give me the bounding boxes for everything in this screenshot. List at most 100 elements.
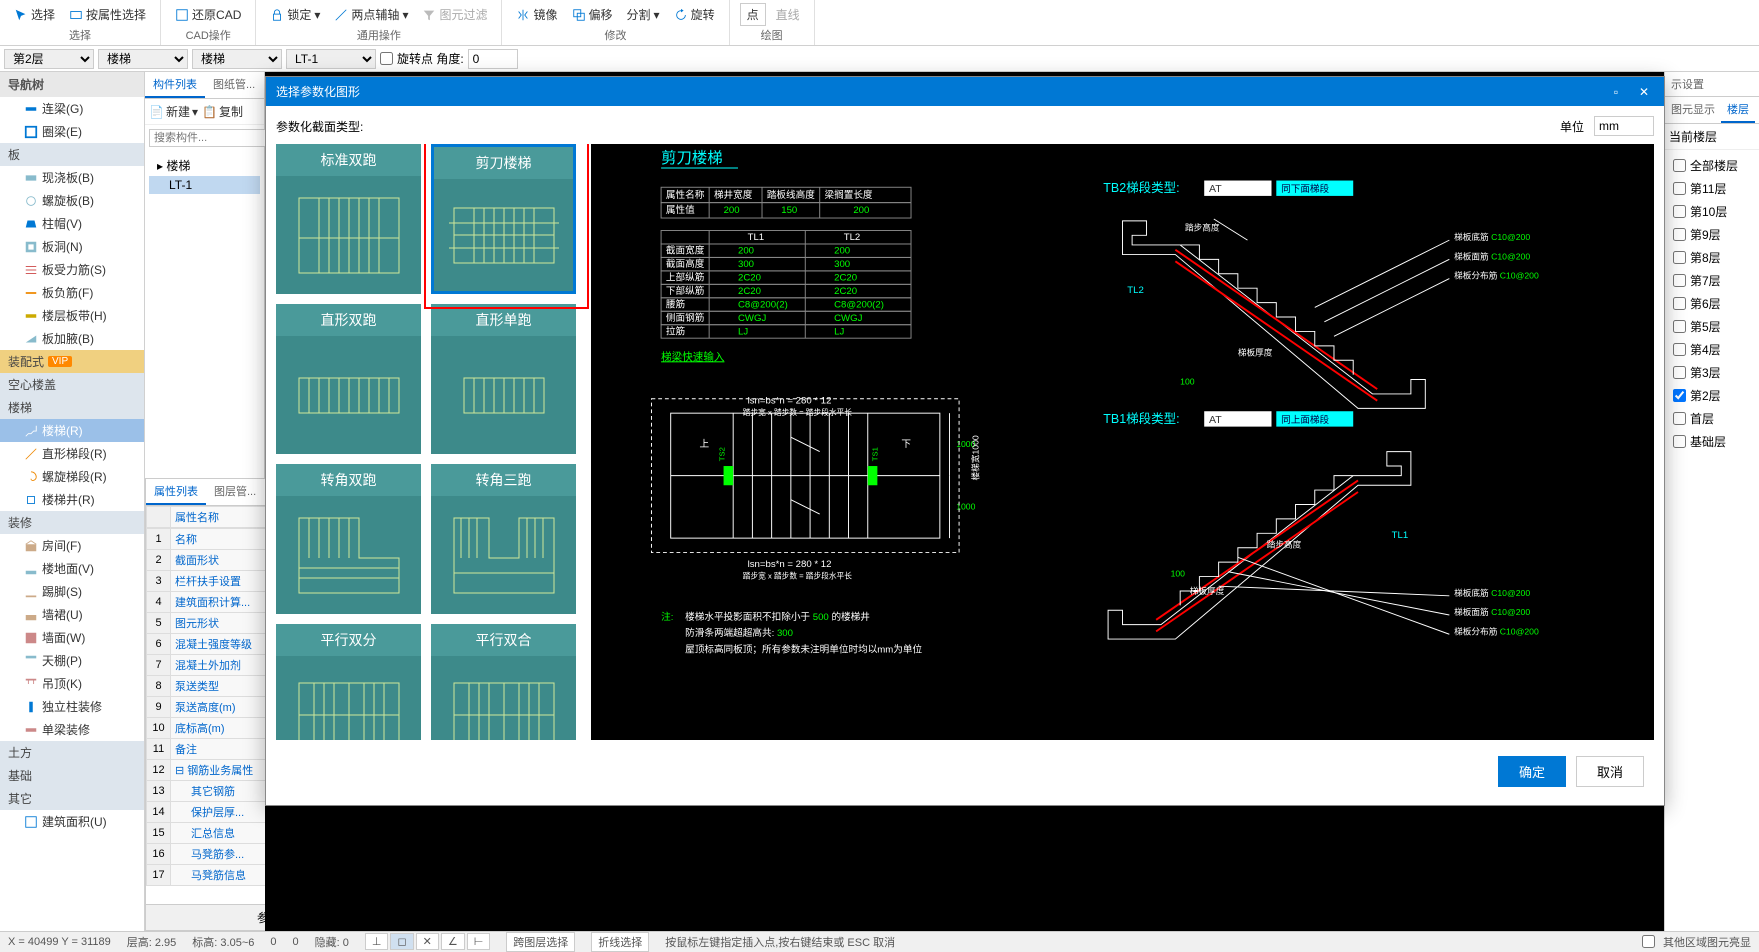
mirror-button[interactable]: 镜像 xyxy=(512,4,561,25)
rotate-angle-input[interactable] xyxy=(468,49,518,69)
tree-item-banjiaxie[interactable]: 板加腋(B) xyxy=(0,327,144,350)
tree-header-tufang[interactable]: 土方 xyxy=(0,741,144,764)
select-by-attr-button[interactable]: 按属性选择 xyxy=(65,4,150,25)
floor-item[interactable]: 首层 xyxy=(1669,407,1755,430)
prop-tab-layer[interactable]: 图层管... xyxy=(206,479,264,505)
tree-header-zx[interactable]: 装修 xyxy=(0,511,144,534)
tree-item-qiangmian[interactable]: 墙面(W) xyxy=(0,626,144,649)
tree-item-fangjian[interactable]: 房间(F) xyxy=(0,534,144,557)
tree-item-xianban[interactable]: 现浇板(B) xyxy=(0,166,144,189)
unit-input[interactable] xyxy=(1594,116,1654,136)
generic-group-label: 通用操作 xyxy=(266,27,491,43)
floor-item[interactable]: 第10层 xyxy=(1669,200,1755,223)
comp-copy-button[interactable]: 📋 复制 xyxy=(202,103,243,120)
status-snap-btn-2[interactable]: ◻ xyxy=(390,933,413,950)
template-card-3[interactable]: 直形单跑 xyxy=(431,304,576,454)
tree-item-danliang[interactable]: 单梁装修 xyxy=(0,718,144,741)
floor-item[interactable]: 第5层 xyxy=(1669,315,1755,338)
tree-item-dulizhu[interactable]: 独立柱装修 xyxy=(0,695,144,718)
dialog-close-button[interactable]: ✕ xyxy=(1634,84,1654,100)
tree-item-tianpeng[interactable]: 天棚(P) xyxy=(0,649,144,672)
comp-tree-root[interactable]: ▸ 楼梯 xyxy=(149,155,260,176)
tree-header-qita[interactable]: 其它 xyxy=(0,787,144,810)
tree-item-luoxuan[interactable]: 螺旋梯段(R) xyxy=(0,465,144,488)
tree-item-ltjing[interactable]: 楼梯井(R) xyxy=(0,488,144,511)
prop-tab-list[interactable]: 属性列表 xyxy=(146,479,206,505)
comp-tab-drawing[interactable]: 图纸管... xyxy=(205,72,263,98)
template-card-4[interactable]: 转角双跑 xyxy=(276,464,421,614)
tree-item-loucengbandai[interactable]: 楼层板带(H) xyxy=(0,304,144,327)
lock-button[interactable]: 锁定 ▾ xyxy=(266,4,324,25)
comp-tree-item[interactable]: LT-1 xyxy=(149,176,260,194)
svg-text:腰筋: 腰筋 xyxy=(666,298,686,310)
ok-button[interactable]: 确定 xyxy=(1498,756,1566,787)
tree-item-quanliang[interactable]: 圈梁(E) xyxy=(0,120,144,143)
comp-search-input[interactable] xyxy=(149,129,268,147)
tree-header-kongxin[interactable]: 空心楼盖 xyxy=(0,373,144,396)
tree-item-tijiao[interactable]: 踢脚(S) xyxy=(0,580,144,603)
tree-header-jichu[interactable]: 基础 xyxy=(0,764,144,787)
tree-item-jianzhumj[interactable]: 建筑面积(U) xyxy=(0,810,144,833)
status-snap-btn-5[interactable]: ⊢ xyxy=(467,933,491,950)
rotate-button[interactable]: 旋转 xyxy=(670,4,719,25)
component-select[interactable]: LT-1 xyxy=(286,49,376,69)
template-card-6[interactable]: 平行双分 xyxy=(276,624,421,740)
two-point-aux-button[interactable]: 两点辅轴 ▾ xyxy=(330,4,412,25)
tree-item-banshoulie[interactable]: 板受力筋(S) xyxy=(0,258,144,281)
tree-item-banfujin[interactable]: 板负筋(F) xyxy=(0,281,144,304)
tree-item-qiangqun[interactable]: 墙裙(U) xyxy=(0,603,144,626)
tree-header-zhuangpei[interactable]: 装配式 VIP xyxy=(0,350,144,373)
comp-tab-list[interactable]: 构件列表 xyxy=(145,72,205,98)
rotate-checkbox[interactable] xyxy=(380,52,393,65)
floor-all[interactable]: 全部楼层 xyxy=(1669,154,1755,177)
svg-text:楼梯水平投影面积不扣除小于 500 的楼梯井: 楼梯水平投影面积不扣除小于 500 的楼梯井 xyxy=(685,611,870,623)
offset-button[interactable]: 偏移 xyxy=(568,4,617,25)
floor-item[interactable]: 第8层 xyxy=(1669,246,1755,269)
template-card-0[interactable]: 标准双跑 xyxy=(276,144,421,294)
tree-item-zhixing[interactable]: 直形梯段(R) xyxy=(0,442,144,465)
tree-header-ban[interactable]: 板 xyxy=(0,143,144,166)
tree-header-lt[interactable]: 楼梯 xyxy=(0,396,144,419)
floor-select[interactable]: 第2层 xyxy=(4,49,94,69)
floor-item[interactable]: 第7层 xyxy=(1669,269,1755,292)
select-button[interactable]: 选择 xyxy=(10,4,59,25)
floor-item[interactable]: 基础层 xyxy=(1669,430,1755,453)
floor-item[interactable]: 第11层 xyxy=(1669,177,1755,200)
floor-item[interactable]: 第4层 xyxy=(1669,338,1755,361)
other-area-checkbox[interactable] xyxy=(1642,935,1655,948)
tree-item-zhumao[interactable]: 柱帽(V) xyxy=(0,212,144,235)
status-hint: 按鼠标左键指定插入点,按右键结束或 ESC 取消 xyxy=(665,934,895,950)
tree-item-luoxuanban[interactable]: 螺旋板(B) xyxy=(0,189,144,212)
floor-item[interactable]: 第3层 xyxy=(1669,361,1755,384)
template-card-7[interactable]: 平行双合 xyxy=(431,624,576,740)
split-button[interactable]: 分割 ▾ xyxy=(623,4,664,25)
status-snap-btn-1[interactable]: ⊥ xyxy=(365,933,389,950)
svg-text:AT: AT xyxy=(1209,414,1222,426)
dialog-minimize-button[interactable]: ▫ xyxy=(1606,84,1626,100)
point-button[interactable]: 点 xyxy=(740,3,766,26)
status-snap-btn-4[interactable]: ∠ xyxy=(441,933,465,950)
tree-item-loudimian[interactable]: 楼地面(V) xyxy=(0,557,144,580)
restore-cad-button[interactable]: 还原CAD xyxy=(171,4,245,25)
template-card-1[interactable]: 剪刀楼梯 xyxy=(431,144,576,294)
tree-item-lianliang[interactable]: 连梁(G) xyxy=(0,97,144,120)
status-snap-btn-3[interactable]: ✕ xyxy=(416,933,439,950)
tree-item-bandong[interactable]: 板洞(N) xyxy=(0,235,144,258)
comp-new-button[interactable]: 📄 新建 ▾ xyxy=(149,103,198,120)
floor-item[interactable]: 第2层 xyxy=(1669,384,1755,407)
template-card-2[interactable]: 直形双跑 xyxy=(276,304,421,454)
template-title: 转角三跑 xyxy=(431,464,576,496)
floor-item[interactable]: 第6层 xyxy=(1669,292,1755,315)
polyline-select[interactable]: 折线选择 xyxy=(591,932,649,952)
cancel-button[interactable]: 取消 xyxy=(1576,756,1644,787)
floor-tab-floor[interactable]: 楼层 xyxy=(1721,97,1755,123)
template-card-5[interactable]: 转角三跑 xyxy=(431,464,576,614)
cross-layer-select[interactable]: 跨图层选择 xyxy=(506,932,575,952)
floor-tab-element[interactable]: 图元显示 xyxy=(1665,97,1721,123)
floor-item[interactable]: 第9层 xyxy=(1669,223,1755,246)
category-select-2[interactable]: 楼梯 xyxy=(192,49,282,69)
tree-item-lt-r[interactable]: 楼梯(R) xyxy=(0,419,144,442)
floor-tab-display-settings[interactable]: 示设置 xyxy=(1665,72,1710,96)
category-select-1[interactable]: 楼梯 xyxy=(98,49,188,69)
tree-item-diaoding[interactable]: 吊顶(K) xyxy=(0,672,144,695)
